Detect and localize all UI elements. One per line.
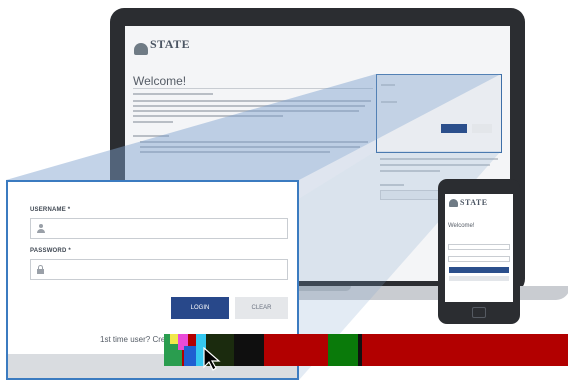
- clear-button[interactable]: CLEAR: [235, 297, 288, 319]
- phone-clear-button[interactable]: [449, 276, 509, 281]
- glitch-overlay: [164, 334, 568, 366]
- phone-password-input[interactable]: [448, 256, 510, 262]
- phone-tree-logo-icon: [449, 199, 458, 207]
- password-input[interactable]: ​: [30, 259, 288, 280]
- laptop-logo: STATE ​: [134, 38, 190, 55]
- laptop-clear-button[interactable]: [472, 124, 492, 133]
- phone-welcome-title: Welcome!: [448, 223, 475, 229]
- username-label: USERNAME *: [30, 207, 71, 213]
- phone-logo: STATE: [449, 199, 488, 207]
- phone-login-button[interactable]: [449, 267, 509, 273]
- phone-home-button[interactable]: [472, 307, 486, 318]
- password-label: PASSWORD *: [30, 248, 71, 254]
- phone-brand: STATE: [460, 198, 488, 207]
- laptop-brand: STATE: [150, 37, 191, 51]
- mouse-cursor-icon: [203, 347, 221, 371]
- laptop-login-button[interactable]: [441, 124, 467, 133]
- laptop-welcome-title: Welcome!: [133, 74, 187, 88]
- lock-icon: [37, 265, 44, 274]
- login-button[interactable]: LOGIN: [171, 297, 229, 319]
- tree-logo-icon: [134, 43, 148, 55]
- user-icon: [37, 224, 45, 233]
- laptop-title-divider: [133, 88, 373, 89]
- phone-username-input[interactable]: [448, 244, 510, 250]
- username-input[interactable]: ​: [30, 218, 288, 239]
